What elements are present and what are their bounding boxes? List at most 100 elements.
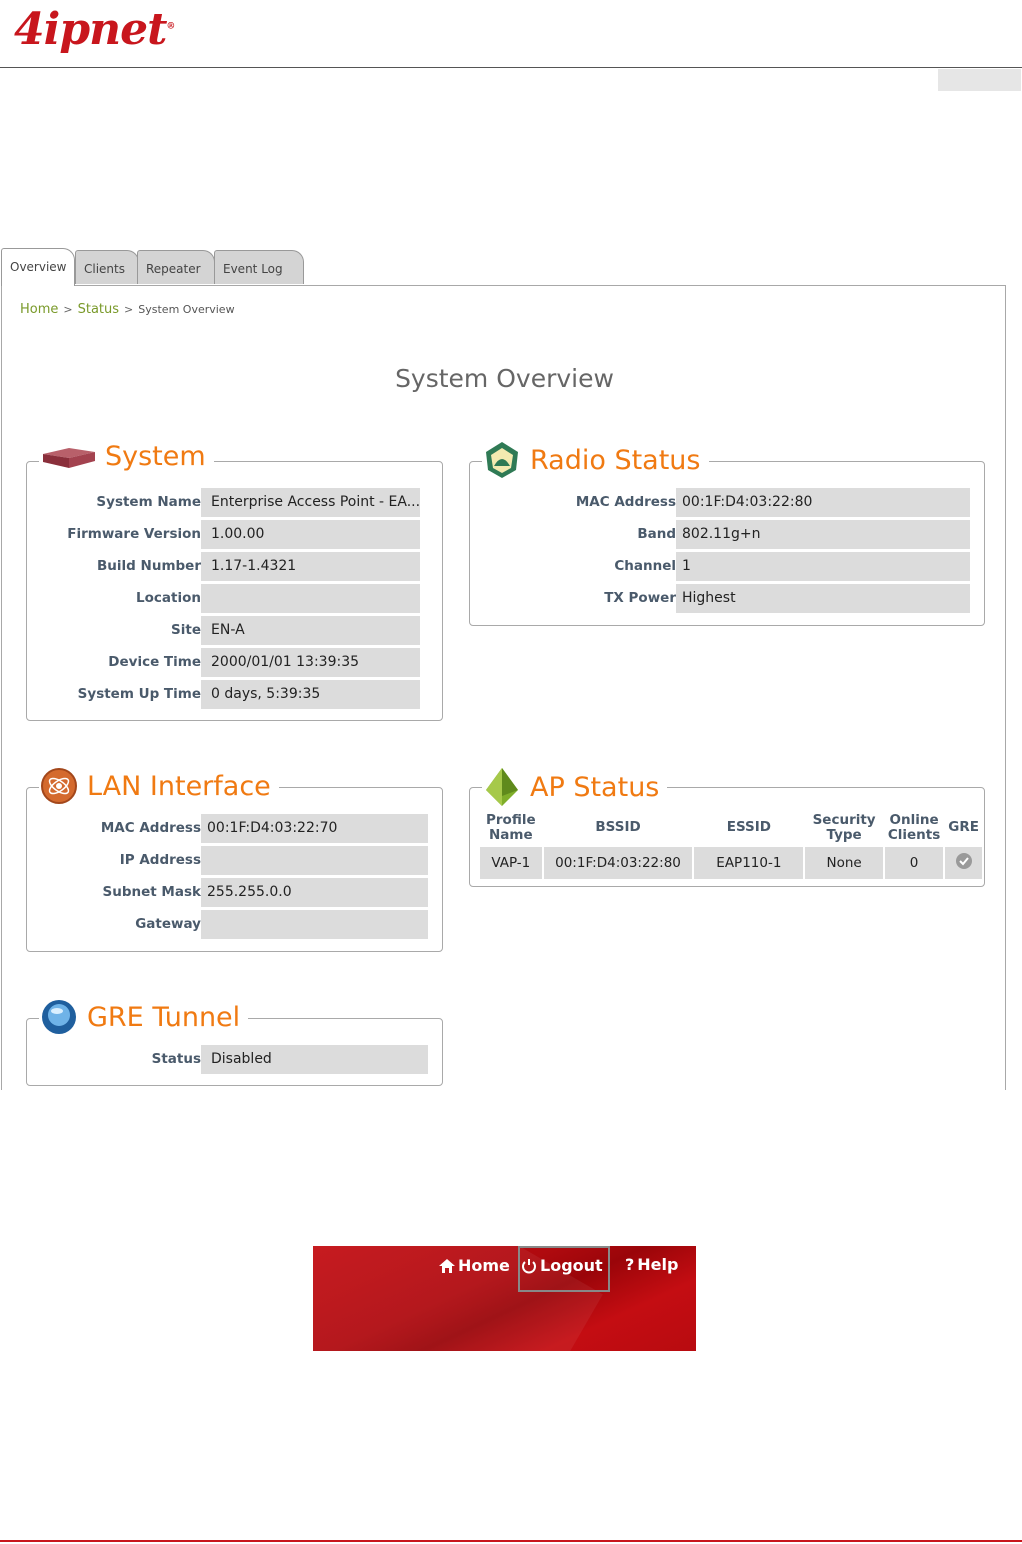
location-value (201, 584, 420, 613)
band-label: Band (637, 526, 676, 542)
system-up-time-label: System Up Time (77, 686, 201, 702)
gre-tunnel-section: GRE Tunnel Status Disabled (26, 997, 443, 1086)
build-number-label: Build Number (97, 558, 201, 574)
device-time-row: Device Time (27, 648, 201, 677)
tab-event-log[interactable]: Event Log (214, 250, 304, 284)
ap-status-header-row: Profile Name BSSID ESSID Security Type Onl… (480, 810, 982, 845)
build-row: Build Number (27, 552, 201, 581)
radio-icon (486, 442, 518, 478)
radio-mac-label: MAC Address (575, 494, 676, 510)
top-nav-banner: Home Logout ? Help (313, 1246, 696, 1351)
gre-status-row: Status (27, 1045, 201, 1074)
breadcrumb-current: System Overview (138, 303, 235, 316)
site-row: Site (27, 616, 201, 645)
gre-status-value: Disabled (201, 1045, 428, 1074)
cell-security: None (805, 847, 883, 879)
system-title: System (105, 440, 206, 472)
site-label: Site (171, 622, 201, 638)
logout-link[interactable]: Logout (521, 1256, 603, 1275)
site-value: EN-A (201, 616, 420, 645)
band-row: Band (470, 520, 676, 549)
help-label: Help (637, 1255, 679, 1274)
ip-address-label: IP Address (119, 852, 201, 868)
col-bssid: BSSID (595, 819, 641, 835)
radio-status-section: Radio Status MAC Address 00:1F:D4:03:22:… (469, 440, 985, 626)
tx-power-label: TX Power (604, 590, 676, 606)
col-profile-name: Profile Name (486, 811, 536, 843)
tab-overview[interactable]: Overview (1, 248, 75, 286)
network-icon (41, 768, 77, 804)
help-link[interactable]: ? Help (625, 1255, 678, 1274)
footer-divider (0, 1540, 1022, 1542)
table-row: VAP-1 00:1F:D4:03:22:80 EAP110-1 None 0 (480, 847, 982, 879)
gre-tunnel-header: GRE Tunnel (39, 997, 249, 1037)
help-icon: ? (625, 1255, 635, 1274)
home-link[interactable]: Home (439, 1256, 510, 1275)
device-time-value: 2000/01/01 13:39:35 (201, 648, 420, 677)
lan-mac-row: MAC Address (27, 814, 201, 843)
cell-profile: VAP-1 (480, 847, 542, 879)
system-section: System System Name Enterprise Access Poi… (26, 440, 443, 721)
radio-mac-value: 00:1F:D4:03:22:80 (676, 488, 970, 517)
router-icon (43, 448, 95, 468)
ip-row: IP Address (27, 846, 201, 875)
radio-mac-row: MAC Address (470, 488, 676, 517)
band-value: 802.11g+n (676, 520, 970, 549)
system-section-header: System (39, 440, 214, 472)
firmware-row: Firmware Version (27, 520, 201, 549)
channel-value: 1 (676, 552, 970, 581)
col-essid: ESSID (726, 819, 772, 835)
subnet-row: Subnet Mask (27, 878, 201, 907)
lan-interface-section: LAN Interface MAC Address 00:1F:D4:03:22… (26, 766, 443, 952)
breadcrumb-separator: > (124, 303, 134, 316)
location-row: Location (27, 584, 201, 613)
ip-address-value (201, 846, 428, 875)
channel-row: Channel (470, 552, 676, 581)
ap-status-table: Profile Name BSSID ESSID Security Type Onl… (478, 808, 984, 881)
system-up-time-value: 0 days, 5:39:35 (201, 680, 420, 709)
ap-status-header: AP Status (482, 766, 668, 808)
breadcrumb-status[interactable]: Status (78, 302, 119, 317)
gre-tunnel-title: GRE Tunnel (87, 1001, 241, 1033)
radio-status-header: Radio Status (482, 440, 709, 480)
breadcrumb-home[interactable]: Home (20, 302, 58, 317)
gre-check-icon (955, 853, 972, 869)
logout-label: Logout (540, 1256, 603, 1275)
power-icon (522, 1258, 536, 1273)
col-security-type: Security Type (812, 811, 876, 843)
subnet-mask-label: Subnet Mask (102, 884, 201, 900)
tab-bar: Overview Clients Repeater Event Log (1, 248, 1007, 286)
cell-clients: 0 (884, 847, 944, 879)
cell-gre (945, 847, 982, 879)
system-name-value: Enterprise Access Point - EA... (201, 488, 420, 517)
firmware-version-value: 1.00.00 (201, 520, 420, 549)
tab-repeater[interactable]: Repeater (137, 250, 215, 284)
cell-bssid: 00:1F:D4:03:22:80 (543, 847, 693, 879)
channel-label: Channel (614, 558, 676, 574)
ap-status-title: AP Status (530, 771, 660, 803)
lan-mac-label: MAC Address (100, 820, 201, 836)
lan-mac-value: 00:1F:D4:03:22:70 (201, 814, 428, 843)
home-icon (439, 1258, 455, 1273)
brand-logo: 4ipnet® (14, 4, 175, 55)
page-title: System Overview (395, 364, 614, 393)
gre-status-label: Status (151, 1051, 201, 1067)
tunnel-icon (42, 1000, 76, 1034)
overview-panel: Home > Status > System Overview System Overv… (1, 285, 1006, 1090)
radio-status-title: Radio Status (530, 444, 701, 476)
subnet-mask-value: 255.255.0.0 (201, 878, 428, 907)
access-point-icon (486, 768, 518, 806)
ap-status-section: AP Status Profile Name BSSID ESSID Securi… (469, 766, 985, 887)
breadcrumb: Home > Status > System Overview (20, 302, 235, 317)
tab-clients[interactable]: Clients (75, 250, 139, 284)
location-label: Location (136, 590, 201, 606)
header-tag (938, 69, 1021, 91)
tx-power-row: TX Power (470, 584, 676, 613)
gateway-label: Gateway (135, 916, 201, 932)
header-divider (0, 67, 1022, 68)
build-number-value: 1.17-1.4321 (201, 552, 420, 581)
lan-interface-title: LAN Interface (87, 770, 271, 802)
col-online-clients: Online Clients (887, 811, 941, 843)
firmware-version-label: Firmware Version (67, 526, 201, 542)
device-time-label: Device Time (108, 654, 201, 670)
